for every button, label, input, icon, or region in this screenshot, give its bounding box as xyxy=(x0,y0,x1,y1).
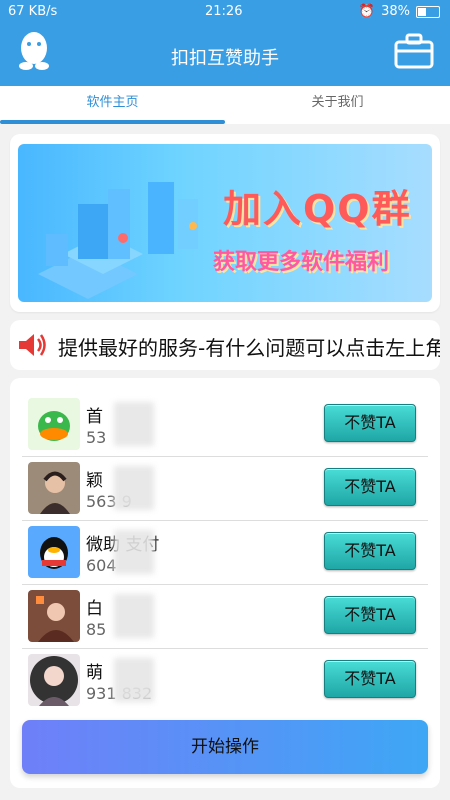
tab-about-us[interactable]: 关于我们 xyxy=(225,86,450,124)
list-item: 颖 563 9 不赞TA xyxy=(22,456,428,521)
list-item: 微助 支付 604 不赞TA xyxy=(22,520,428,585)
list-item: 白 85 不赞TA xyxy=(22,584,428,649)
user-name: 萌 xyxy=(86,663,103,683)
marquee-text: 提供最好的服务-有什么问题可以点击左上角联系 xyxy=(58,336,440,360)
app-header: 67 KB/s 21:26 ⏰ 38% 扣扣互赞助手 xyxy=(0,0,450,86)
notice-marquee: 提供最好的服务-有什么问题可以点击左上角联系 xyxy=(10,320,440,370)
page-title: 扣扣互赞助手 xyxy=(171,48,279,69)
unlike-button[interactable]: 不赞TA xyxy=(324,596,416,634)
user-number: 604 xyxy=(86,556,117,575)
network-speed: 67 KB/s xyxy=(8,4,58,19)
toolbox-icon[interactable] xyxy=(394,33,434,69)
status-bar: 67 KB/s 21:26 ⏰ 38% xyxy=(0,0,450,24)
status-icons: ⏰ 38% xyxy=(359,4,440,19)
alarm-icon: ⏰ xyxy=(358,4,376,19)
avatar xyxy=(28,654,80,706)
list-item: 首 53 不赞TA xyxy=(22,392,428,457)
qq-group-banner[interactable]: 加入QQ群 获取更多软件福利 xyxy=(18,144,432,302)
isometric-illustration-icon xyxy=(38,182,198,299)
avatar xyxy=(28,526,80,578)
privacy-blur xyxy=(114,466,154,510)
list-item: 萌 931 832 不赞TA xyxy=(22,648,428,712)
unlike-button[interactable]: 不赞TA xyxy=(324,660,416,698)
speaker-icon xyxy=(19,334,46,356)
user-name: 白 xyxy=(86,599,103,619)
clock: 21:26 xyxy=(205,4,243,19)
unlike-button[interactable]: 不赞TA xyxy=(324,532,416,570)
avatar xyxy=(28,462,80,514)
unlike-button[interactable]: 不赞TA xyxy=(324,468,416,506)
user-number: 53 xyxy=(86,428,107,447)
banner-card: 加入QQ群 获取更多软件福利 xyxy=(10,134,440,312)
user-number: 85 xyxy=(86,620,107,639)
avatar xyxy=(28,398,80,450)
battery-percent: 38% xyxy=(381,4,410,19)
tab-software-home[interactable]: 软件主页 xyxy=(0,86,225,124)
privacy-blur xyxy=(114,594,154,638)
unlike-button[interactable]: 不赞TA xyxy=(324,404,416,442)
tab-bar: 软件主页 关于我们 xyxy=(0,86,450,124)
privacy-blur xyxy=(114,530,154,574)
privacy-blur xyxy=(114,658,154,702)
user-list-card: 首 53 不赞TA 颖 563 9 不赞TA 微助 支付 604 不赞TA xyxy=(10,378,440,788)
user-name: 颖 xyxy=(86,471,103,491)
battery-icon xyxy=(416,5,440,18)
avatar xyxy=(28,590,80,642)
privacy-blur xyxy=(114,402,154,446)
banner-title: 加入QQ群 xyxy=(223,187,412,231)
user-name: 首 xyxy=(86,407,103,427)
banner-subtitle: 获取更多软件福利 xyxy=(213,250,390,275)
start-button[interactable]: 开始操作 xyxy=(22,720,428,774)
